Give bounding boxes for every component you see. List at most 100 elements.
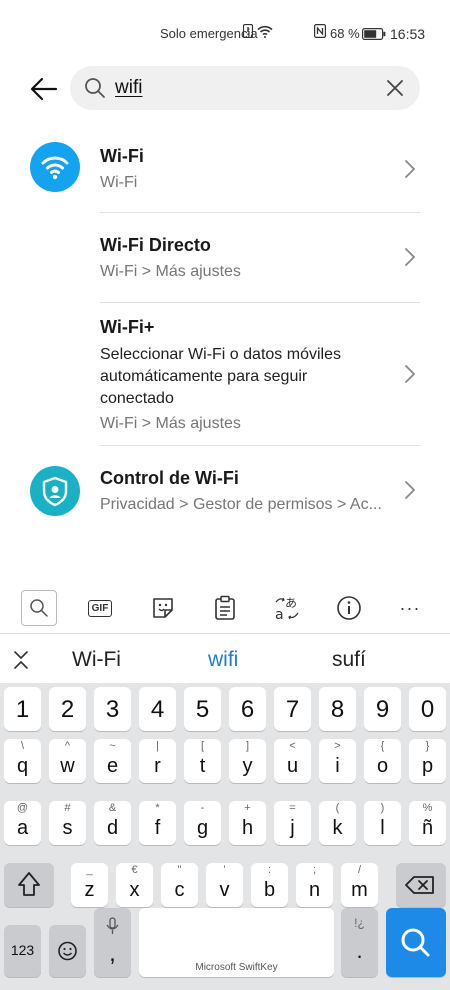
info-icon: [337, 596, 361, 620]
more-options-button[interactable]: ···: [392, 590, 428, 626]
keyboard: 1 2 3 4 5 6 7 8 9 0 \ q ^ w ~ e | r [t ] y < u…: [0, 683, 450, 990]
back-button[interactable]: [26, 72, 62, 108]
result-path: Wi-Fi > Más ajustes: [100, 415, 241, 432]
key-i[interactable]: > i: [319, 739, 356, 783]
key-h[interactable]: + h: [229, 801, 266, 845]
key-y[interactable]: ] y: [229, 739, 266, 783]
key-s[interactable]: # s: [49, 801, 86, 845]
result-control-wifi[interactable]: Control de Wi-Fi Privacidad > Gestor de …: [0, 446, 450, 536]
emoji-icon: [58, 941, 77, 961]
key-g[interactable]: -g: [184, 801, 221, 845]
info-button[interactable]: [331, 590, 367, 626]
key-enye[interactable]: % ñ: [409, 801, 446, 845]
sticker-icon: [153, 598, 173, 618]
battery-percent: 68 %: [330, 26, 360, 41]
chevron-right-icon: [404, 364, 416, 389]
svg-text:a: a: [275, 607, 284, 622]
clear-search-icon[interactable]: [386, 79, 404, 102]
key-0[interactable]: 0: [409, 687, 446, 731]
key-u[interactable]: < u: [274, 739, 311, 783]
key-8[interactable]: 8: [319, 687, 356, 731]
suggestion-item-selected[interactable]: wifi: [208, 648, 238, 672]
backspace-icon: [405, 876, 434, 894]
wifi-signal-icon: [257, 25, 273, 43]
search-icon: [30, 599, 48, 617]
key-q[interactable]: \ q: [4, 739, 41, 783]
key-j[interactable]: = j: [274, 801, 311, 845]
key-d[interactable]: & d: [94, 801, 131, 845]
suggestion-item[interactable]: Wi-Fi: [72, 648, 121, 672]
key-1[interactable]: 1: [4, 687, 41, 731]
svg-text:あ: あ: [285, 596, 297, 610]
result-path: Wi-Fi: [100, 174, 138, 191]
collapse-keyboard-icon[interactable]: [12, 650, 30, 675]
clipboard-button[interactable]: [207, 590, 243, 626]
key-2[interactable]: 2: [49, 687, 86, 731]
key-v[interactable]: ' v: [206, 863, 243, 907]
keyboard-toolbar: GIF aあ ···: [0, 586, 450, 632]
result-description: Seleccionar Wi-Fi o datos móviles automá…: [100, 346, 341, 407]
suggestion-bar: Wi-Fi wifi sufí: [0, 633, 450, 683]
result-wifi[interactable]: Wi-Fi Wi-Fi: [0, 138, 450, 212]
key-o[interactable]: {o: [364, 739, 401, 783]
key-l[interactable]: ) l: [364, 801, 401, 845]
key-m[interactable]: / m: [341, 863, 378, 907]
search-action-key[interactable]: [386, 908, 446, 977]
result-title: Wi-Fi Directo: [100, 235, 211, 255]
result-title: Wi-Fi: [100, 146, 144, 166]
shift-key[interactable]: [4, 863, 54, 907]
key-n[interactable]: ; n: [296, 863, 333, 907]
status-bar: Solo emergencia 68 % 16:53: [0, 0, 450, 66]
result-wifi-plus[interactable]: Wi-Fi+ Seleccionar Wi-Fi o datos móviles…: [0, 303, 450, 445]
keyboard-search-button[interactable]: [21, 590, 57, 626]
comma-key[interactable]: ,: [94, 908, 131, 977]
shift-icon: [18, 872, 40, 896]
period-key[interactable]: !¿ .: [341, 908, 378, 977]
result-path: Wi-Fi > Más ajustes: [100, 263, 241, 280]
key-9[interactable]: 9: [364, 687, 401, 731]
key-e[interactable]: ~ e: [94, 739, 131, 783]
key-b[interactable]: :b: [251, 863, 288, 907]
key-7[interactable]: 7: [274, 687, 311, 731]
sticker-button[interactable]: [145, 590, 181, 626]
translate-button[interactable]: aあ: [269, 590, 305, 626]
battery-icon: [362, 27, 386, 45]
backspace-key[interactable]: [396, 863, 446, 907]
result-wifi-directo[interactable]: Wi-Fi Directo Wi-Fi > Más ajustes: [0, 213, 450, 302]
chevron-right-icon: [404, 159, 416, 184]
key-p[interactable]: } p: [409, 739, 446, 783]
result-title: Control de Wi-Fi: [100, 468, 239, 488]
space-key-label: Microsoft SwiftKey: [195, 962, 278, 973]
gif-label: GIF: [87, 599, 113, 617]
clipboard-icon: [215, 595, 235, 620]
search-icon: [401, 928, 430, 957]
key-f[interactable]: * f: [139, 801, 176, 845]
key-c[interactable]: " c: [161, 863, 198, 907]
key-x[interactable]: € x: [116, 863, 153, 907]
space-key[interactable]: Microsoft SwiftKey: [139, 908, 334, 977]
gif-button[interactable]: GIF: [82, 590, 118, 626]
key-z[interactable]: _ z: [71, 863, 108, 907]
key-3[interactable]: 3: [94, 687, 131, 731]
search-icon: [84, 77, 106, 104]
key-4[interactable]: 4: [139, 687, 176, 731]
search-input[interactable]: wifi: [115, 77, 142, 99]
suggestion-item[interactable]: sufí: [332, 648, 366, 672]
key-k[interactable]: (k: [319, 801, 356, 845]
key-t[interactable]: [t: [184, 739, 221, 783]
translate-icon: aあ: [275, 596, 299, 622]
numbers-switch-key[interactable]: 123: [4, 925, 41, 977]
key-5[interactable]: 5: [184, 687, 221, 731]
key-6[interactable]: 6: [229, 687, 266, 731]
microphone-icon: [106, 917, 119, 934]
key-r[interactable]: | r: [139, 739, 176, 783]
search-field[interactable]: wifi: [70, 66, 420, 110]
key-a[interactable]: @ a: [4, 801, 41, 845]
emoji-key[interactable]: [49, 925, 86, 977]
nfc-icon: [314, 24, 327, 43]
clock: 16:53: [390, 26, 426, 42]
result-title: Wi-Fi+: [100, 317, 155, 337]
wifi-icon: [30, 142, 80, 192]
key-w[interactable]: ^ w: [49, 739, 86, 783]
more-options-label: ···: [399, 597, 421, 618]
